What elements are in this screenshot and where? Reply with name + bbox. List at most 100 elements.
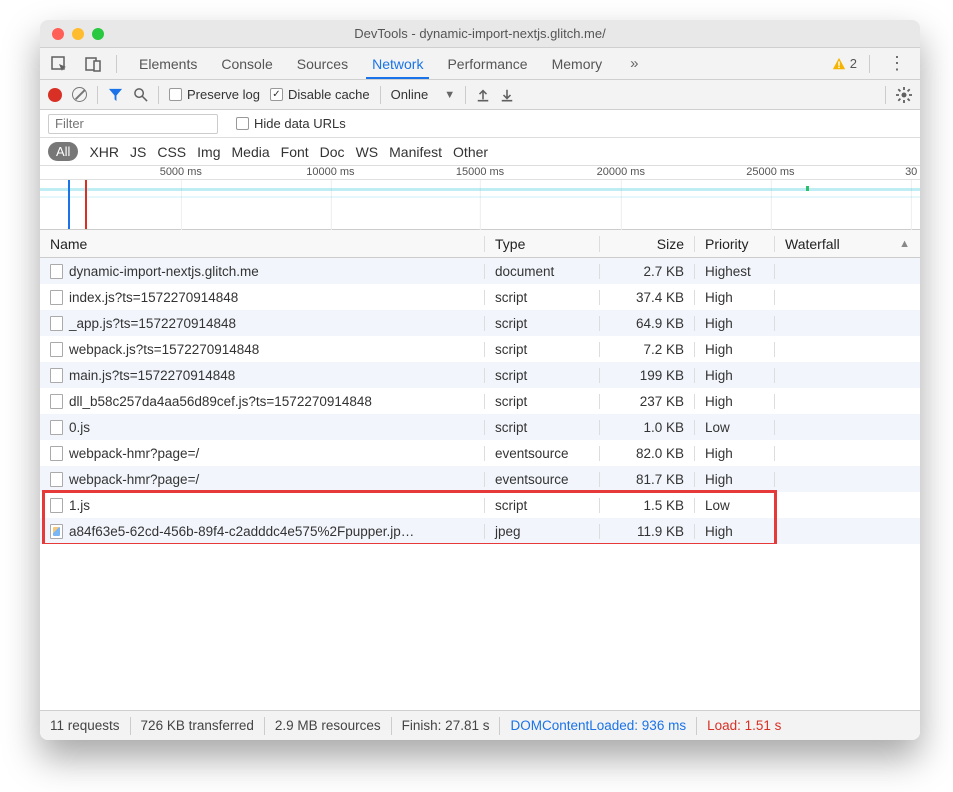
request-name: dynamic-import-nextjs.glitch.me [69,264,259,279]
document-file-icon [50,394,63,409]
filter-input[interactable] [48,114,218,134]
table-row[interactable]: webpack.js?ts=1572270914848script7.2 KBH… [40,336,920,362]
request-size: 2.7 KB [600,264,695,279]
disable-cache-checkbox[interactable]: Disable cache [270,87,370,102]
request-type: script [485,342,600,357]
table-row[interactable]: index.js?ts=1572270914848script37.4 KBHi… [40,284,920,310]
type-filter-all[interactable]: All [48,142,78,161]
request-size: 64.9 KB [600,316,695,331]
type-filter-media[interactable]: Media [232,144,270,160]
table-row[interactable]: webpack-hmr?page=/eventsource82.0 KBHigh [40,440,920,466]
request-type: script [485,394,600,409]
separator [158,86,159,104]
type-filter-js[interactable]: JS [130,144,146,160]
table-row[interactable]: main.js?ts=1572270914848script199 KBHigh [40,362,920,388]
table-row[interactable]: 1.jsscript1.5 KBLow [40,492,920,518]
type-filter-manifest[interactable]: Manifest [389,144,442,160]
request-priority: Low [695,420,775,435]
request-type: eventsource [485,446,600,461]
status-load: Load: 1.51 s [707,718,781,733]
table-row[interactable]: 0.jsscript1.0 KBLow [40,414,920,440]
tab-performance[interactable]: Performance [437,48,537,79]
record-button[interactable] [48,88,62,102]
throttling-label: Online [391,87,429,102]
overview-timeline[interactable]: 5000 ms10000 ms15000 ms20000 ms25000 ms3… [40,166,920,230]
warnings-count: 2 [850,56,857,71]
checkbox-icon [236,117,249,130]
col-header-waterfall[interactable]: Waterfall ▲ [775,236,920,252]
chevron-down-icon: ▼ [444,89,455,101]
type-filter-other[interactable]: Other [453,144,488,160]
col-header-name[interactable]: Name [40,236,485,252]
request-name: _app.js?ts=1572270914848 [69,316,236,331]
inspect-element-icon[interactable] [48,53,70,75]
separator [116,55,117,73]
device-toolbar-icon[interactable] [82,53,104,75]
request-size: 11.9 KB [600,524,695,539]
separator [97,86,98,104]
timeline-tick: 15000 ms [456,166,504,178]
image-file-icon [50,524,63,539]
request-name: dll_b58c257da4aa56d89cef.js?ts=157227091… [69,394,372,409]
request-name: webpack-hmr?page=/ [69,472,199,487]
document-file-icon [50,290,63,305]
filter-toggle-icon[interactable] [108,87,123,102]
table-row[interactable]: _app.js?ts=1572270914848script64.9 KBHig… [40,310,920,336]
request-type: jpeg [485,524,600,539]
request-name: 0.js [69,420,90,435]
type-filter-img[interactable]: Img [197,144,220,160]
request-priority: High [695,316,775,331]
request-priority: High [695,524,775,539]
request-priority: High [695,290,775,305]
separator [380,86,381,104]
table-row[interactable]: dynamic-import-nextjs.glitch.medocument2… [40,258,920,284]
clear-button[interactable] [72,87,87,102]
tab-sources[interactable]: Sources [287,48,358,79]
preserve-log-checkbox[interactable]: Preserve log [169,87,260,102]
table-row[interactable]: dll_b58c257da4aa56d89cef.js?ts=157227091… [40,388,920,414]
type-filter-font[interactable]: Font [281,144,309,160]
request-name: main.js?ts=1572270914848 [69,368,235,383]
more-tabs-button[interactable]: » [624,55,644,72]
tab-network[interactable]: Network [362,48,433,79]
tab-memory[interactable]: Memory [542,48,613,79]
upload-har-icon[interactable] [476,88,490,102]
hide-data-urls-checkbox[interactable]: Hide data URLs [236,116,346,131]
request-name: a84f63e5-62cd-456b-89f4-c2adddc4e575%2Fp… [69,524,414,539]
timeline-tick: 5000 ms [160,166,202,178]
devtools-window: DevTools - dynamic-import-nextjs.glitch.… [40,20,920,740]
type-filter-xhr[interactable]: XHR [89,144,119,160]
download-har-icon[interactable] [500,88,514,102]
network-toolbar: Preserve log Disable cache Online ▼ [40,80,920,110]
type-filter-css[interactable]: CSS [157,144,186,160]
request-type: script [485,368,600,383]
request-type: script [485,498,600,513]
col-header-type[interactable]: Type [485,236,600,252]
throttling-select[interactable]: Online ▼ [391,87,455,102]
request-priority: High [695,368,775,383]
request-size: 82.0 KB [600,446,695,461]
warnings-badge[interactable]: 2 [832,56,857,71]
status-transferred: 726 KB transferred [141,718,254,733]
document-file-icon [50,264,63,279]
request-priority: High [695,394,775,409]
table-row[interactable]: webpack-hmr?page=/eventsource81.7 KBHigh [40,466,920,492]
tab-console[interactable]: Console [211,48,282,79]
status-finish: Finish: 27.81 s [402,718,490,733]
table-body[interactable]: dynamic-import-nextjs.glitch.medocument2… [40,258,920,544]
domcontentloaded-marker [68,180,70,229]
warning-icon [832,57,846,71]
col-header-size[interactable]: Size [600,236,695,252]
sort-ascending-icon: ▲ [899,238,910,250]
settings-menu-button[interactable]: ⋮ [882,53,912,74]
search-icon[interactable] [133,87,148,102]
request-size: 81.7 KB [600,472,695,487]
table-row[interactable]: a84f63e5-62cd-456b-89f4-c2adddc4e575%2Fp… [40,518,920,544]
overview-segment [806,186,809,191]
request-priority: High [695,472,775,487]
type-filter-doc[interactable]: Doc [320,144,345,160]
type-filter-ws[interactable]: WS [356,144,379,160]
tab-elements[interactable]: Elements [129,48,207,79]
network-settings-icon[interactable] [896,87,912,103]
col-header-priority[interactable]: Priority [695,236,775,252]
